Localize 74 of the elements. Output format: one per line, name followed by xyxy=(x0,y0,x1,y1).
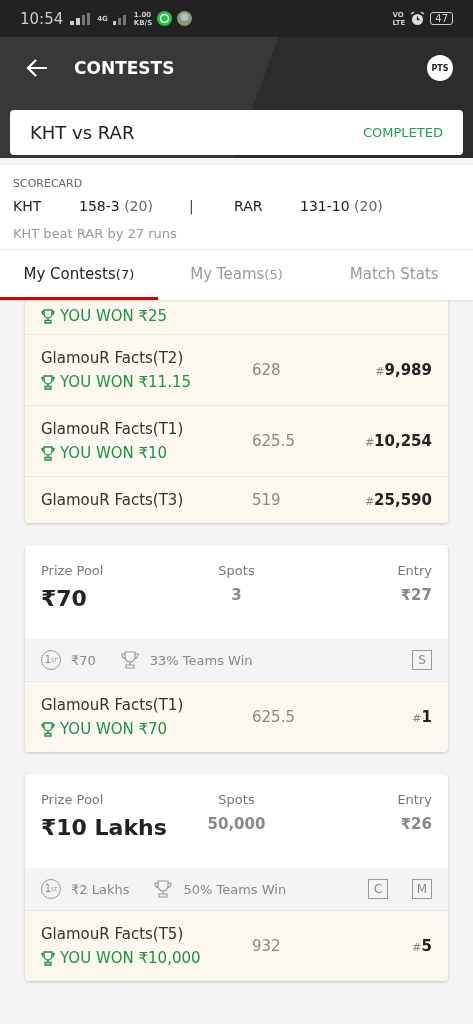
trophy-icon xyxy=(41,445,55,461)
prize-pool-amount: ₹70 xyxy=(41,586,88,611)
first-prize: ₹70 xyxy=(71,652,96,668)
trophy-icon xyxy=(153,879,174,899)
prize-pool-label: Prize Pool xyxy=(41,563,105,578)
entry-label: Entry xyxy=(397,792,432,807)
teams-win-share: 33% Teams Win xyxy=(149,652,253,668)
team-points: 932 xyxy=(252,937,282,955)
winnings-text: YOU WON ₹25 xyxy=(60,307,168,325)
winnings-text: YOU WON ₹11.15 xyxy=(60,373,191,391)
team-rank: #9,989 xyxy=(374,361,432,379)
trophy-icon xyxy=(41,950,55,966)
team-result-row[interactable]: GlamouR Facts(T2) YOU WON ₹11.15 628 #9,989 xyxy=(25,334,448,405)
team-name: KHT xyxy=(13,198,43,214)
contest-card[interactable]: Prize Pool ₹70 Spots 3 Entry ₹27 1$^{ST}$ ₹70 33% Teams Win S GlamouR Facts(T1) YOU WON ₹70 625.5 #1 xyxy=(25,545,448,752)
trophy-icon xyxy=(41,721,55,737)
contest-type-tag: S xyxy=(412,650,432,670)
spots-count: 50,000 xyxy=(207,815,266,833)
chat-app-icon xyxy=(157,11,173,26)
team-name: RAR xyxy=(234,198,264,214)
winnings-text: YOU WON ₹10,000 xyxy=(60,949,201,967)
winnings-text: YOU WON ₹70 xyxy=(60,720,168,738)
teams-win-share: 50% Teams Win xyxy=(183,881,287,897)
signal-icon xyxy=(112,12,129,25)
trophy-icon xyxy=(41,374,55,390)
match-result: KHT beat RAR by 27 runs xyxy=(13,226,178,241)
team-points: 625.5 xyxy=(252,432,296,450)
contest-card[interactable]: Prize Pool ₹10 Lakhs Spots 50,000 Entry ₹26 1$^{ST}$ ₹2 Lakhs 50% Teams Win C M GlamouR Facts(T5) YOU WON ₹10,000 932 #5 xyxy=(25,774,448,981)
team-name: GlamouR Facts(T3) xyxy=(41,491,185,509)
team-points: 628 xyxy=(252,361,282,379)
spots-count: 3 xyxy=(231,586,242,604)
first-prize: ₹2 Lakhs xyxy=(71,881,130,897)
trophy-icon xyxy=(119,650,140,670)
team-rank: #25,590 xyxy=(363,491,432,509)
back-arrow-icon[interactable] xyxy=(26,59,48,77)
spots-label: Spots xyxy=(218,792,255,807)
spots-label: Spots xyxy=(218,563,255,578)
match-status: COMPLETED xyxy=(363,125,443,140)
team-name: GlamouR Facts(T2) xyxy=(41,349,185,367)
entry-fee: ₹26 xyxy=(400,815,432,833)
points-button[interactable]: PTS xyxy=(427,55,453,81)
team-rank: #1 xyxy=(411,708,432,726)
winnings-text: YOU WON ₹10 xyxy=(60,444,168,462)
team-name: GlamouR Facts(T1) xyxy=(41,420,185,438)
team-result-row[interactable]: GlamouR Facts(T1) YOU WON ₹10 625.5 #10,254 xyxy=(25,405,448,476)
match-title: KHT vs RAR xyxy=(30,122,135,143)
team-rank: #10,254 xyxy=(363,432,432,450)
page-title: CONTESTS xyxy=(74,58,175,78)
trophy-icon xyxy=(41,308,55,324)
team-name: GlamouR Facts(T1) xyxy=(41,696,185,714)
battery-indicator: 47 xyxy=(430,12,453,25)
alarm-icon xyxy=(410,11,426,26)
contest-card[interactable]: YOU WON ₹25 GlamouR Facts(T2) YOU WON ₹11.15 628 #9,989 GlamouR Facts(T1) YOU WON ₹10 625.5 #10,254 GlamouR Facts(T3) 519 #25,590 xyxy=(25,300,448,523)
team-rank: #5 xyxy=(411,937,432,955)
scorecard-label: SCORECARD xyxy=(13,177,84,190)
app-icon xyxy=(177,11,193,26)
entry-fee: ₹27 xyxy=(400,586,432,604)
prize-pool-label: Prize Pool xyxy=(41,792,105,807)
team-result-row[interactable]: GlamouR Facts(T3) 519 #25,590 xyxy=(25,476,448,523)
team-score: 131-10 (20) xyxy=(300,198,384,214)
prize-pool-amount: ₹10 Lakhs xyxy=(41,815,168,840)
team-points: 519 xyxy=(252,491,282,509)
team-score: 158-3 (20) xyxy=(79,198,154,214)
team-result-row[interactable]: GlamouR Facts(T1) YOU WON ₹70 625.5 #1 xyxy=(25,681,448,752)
team-result-row[interactable]: GlamouR Facts(T5) YOU WON ₹10,000 932 #5 xyxy=(25,910,448,981)
signal-icon xyxy=(70,12,93,25)
score-separator: | xyxy=(189,198,195,214)
team-result-row[interactable]: YOU WON ₹25 xyxy=(25,300,448,334)
clock-time: 10:54 xyxy=(20,9,64,28)
contest-type-tag: M xyxy=(412,879,432,899)
team-name: GlamouR Facts(T5) xyxy=(41,925,185,943)
contest-type-tag: C xyxy=(368,879,388,899)
team-points: 625.5 xyxy=(252,708,296,726)
entry-label: Entry xyxy=(397,563,432,578)
